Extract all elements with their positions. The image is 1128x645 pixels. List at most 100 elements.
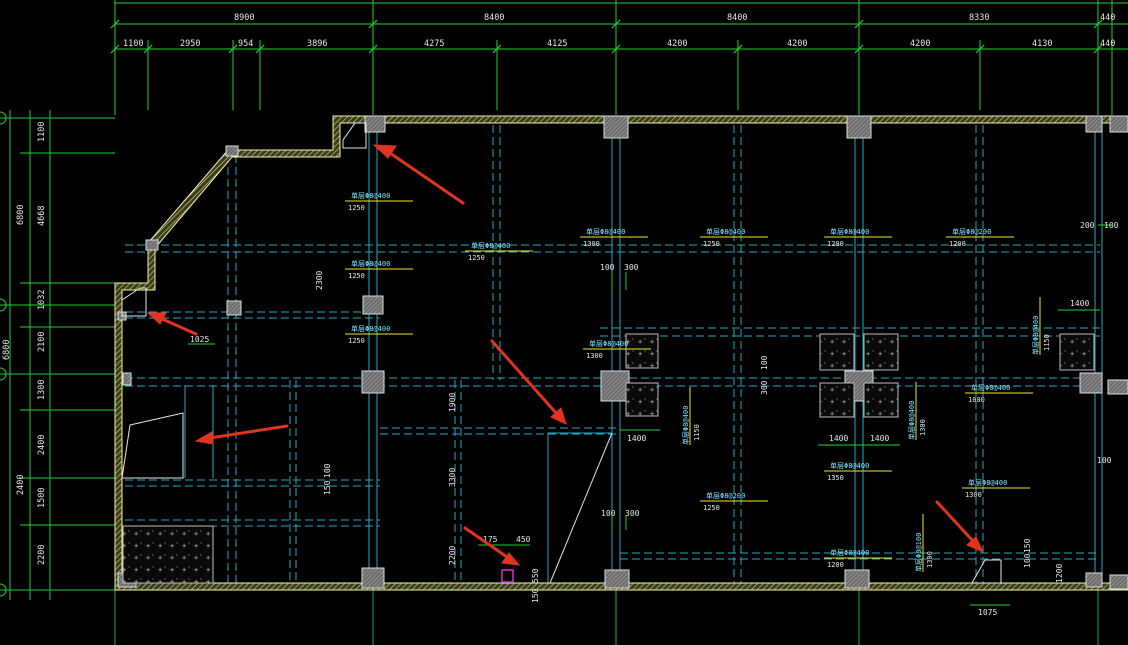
rebar-length: 1000 [968,396,985,404]
rebar-label: 单层Φ8@400 1300 [962,478,1030,499]
ann-450: 450 [516,535,531,544]
rebar-spec: 单层Φ8@400 [971,383,1010,392]
rebar-spec: 单层Φ8@400 [351,324,390,333]
column [1109,115,1128,133]
ann-100-f: 100 [1097,456,1112,465]
filled-area [863,333,899,371]
ann-300-b: 300 [760,380,769,395]
ann-550: 550 [531,568,540,583]
left-dim-inner-4: 2100 [37,332,47,352]
rebar-label-layer: 单层Φ8@4001250单层Φ8@4001250单层Φ8@4001250单层Φ8… [345,191,1033,569]
rebar-label: 单层Φ8@400 1250 [700,227,768,248]
top-dimension-row2-labels: 1100 2950 954 3896 4275 4125 4200 4200 4… [123,39,1115,49]
rebar-spec: 单层Φ8@400 [351,191,390,200]
rebar-spec: 单层Φ8@400 [907,401,916,440]
ann-1400-b: 1400 [829,434,848,443]
arrow-marker [146,312,198,336]
vertical-rebar-label: 单层Φ8@400 1150 [681,387,701,445]
top-dim-5: 440 [1100,13,1115,23]
rebar-length: 1250 [703,504,720,512]
rebar-label: 单层Φ8@400 1000 [965,383,1033,404]
arrow-marker [490,339,567,425]
left-dim-inner-2: 4668 [37,206,47,226]
vertical-rebar-label: 单层Φ8@400 1150 [1031,297,1051,355]
rebar-spec: 单层Φ8@400 [471,241,510,250]
top-dim2-6: 4125 [547,39,567,49]
rebar-label: 单层Φ8@400 1300 [580,227,648,248]
column [1085,115,1103,133]
rebar-spec: 单层Φ8@100 [914,533,923,572]
left-dim-inner-1: 1100 [37,122,47,142]
ann-200: 200 [1080,221,1095,230]
ann-150: 150 [323,480,332,495]
rebar-length: 1150 [1043,334,1051,351]
rebar-spec: 单层Φ8@400 [589,339,628,348]
rebar-length: 1350 [827,474,844,482]
left-dimension-labels: 6800 6800 2400 1100 4668 1032 2100 1300 … [2,122,47,565]
left-dim-inner-7: 1500 [37,488,47,508]
ann-2300: 2300 [315,271,324,290]
ann-150-c: 150 [1023,538,1032,553]
rebar-label: 单层Φ8@400 1250 [345,324,413,345]
rebar-length: 1250 [348,204,365,212]
column [1107,379,1128,395]
rebar-length: 1200 [949,240,966,248]
column [122,372,132,386]
column [361,370,385,394]
filled-area [1059,333,1095,371]
column [145,239,159,251]
rebar-label: 单层Φ8@400 1250 [465,241,533,262]
rebar-spec: 单层Φ8@200 [952,227,991,236]
ann-1900: 1900 [448,393,457,412]
rebar-length: 1250 [348,272,365,280]
filled-area [122,525,214,584]
filled-area [625,333,659,369]
column [846,115,872,139]
rebar-length: 1250 [703,240,720,248]
vertical-rebar-label: 单层Φ8@100 1300 [914,514,934,572]
rebar-label: 单层Φ8@400 1200 [824,548,892,569]
filled-area [863,382,899,418]
left-dim-inner-5: 1300 [37,380,47,400]
left-dim-inner-8: 2200 [37,545,47,565]
ann-1400-d: 1400 [1070,299,1089,308]
rebar-length: 1300 [965,491,982,499]
ann-1400-c: 1400 [870,434,889,443]
ann-150-b: 150 [531,588,540,603]
rebar-spec: 单层Φ8@400 [681,406,690,445]
top-dim2-7: 4200 [667,39,687,49]
ann-1075: 1075 [978,608,997,617]
column [362,295,384,315]
column [364,115,386,133]
rebar-label: 单层Φ8@400 1350 [824,461,892,482]
filled-area [819,382,855,418]
top-dim2-11: 440 [1100,39,1115,49]
top-dim2-4: 3896 [307,39,327,49]
rebar-length: 1300 [919,419,927,436]
rebar-spec: 单层Φ8@400 [586,227,625,236]
top-dim2-9: 4200 [910,39,930,49]
rebar-length: 1250 [468,254,485,262]
arrow-marker [463,526,521,566]
rebar-spec: 单层Φ8@400 [1031,316,1040,355]
top-dim2-3: 954 [238,39,253,49]
rebar-length: 1300 [583,240,600,248]
left-dim-outer-2: 6800 [2,340,12,360]
ann-1200: 1200 [1055,564,1064,583]
ann-100-d: 100 [601,509,616,518]
top-dim-1: 8900 [234,13,254,23]
top-dim2-2: 2950 [180,39,200,49]
left-dimension-lines [0,110,115,600]
magenta-mark [501,569,514,583]
vertical-rebar-label: 单层Φ8@400 1300 [907,382,927,440]
left-dim-outer-3: 2400 [16,475,26,495]
ann-300-d: 300 [625,509,640,518]
rebar-spec: 单层Φ8@400 [968,478,1007,487]
ann-100-e: 100 [1104,221,1119,230]
rebar-length: 1300 [926,551,934,568]
column [844,569,870,589]
structural-plan-drawing: + 8900 8400 [0,0,1128,645]
ann-2200: 2200 [448,546,457,565]
rebar-spec: 单层Φ8@400 [706,227,745,236]
rebar-label: 单层Φ8@200 1250 [700,491,768,512]
